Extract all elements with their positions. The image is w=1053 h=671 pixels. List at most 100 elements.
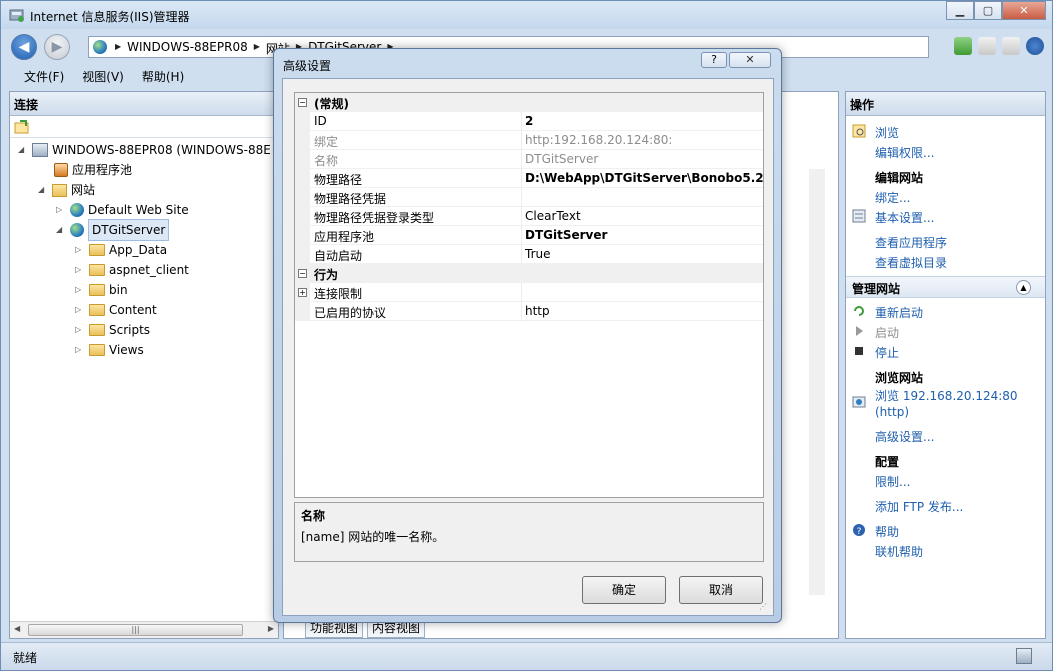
collapse-icon[interactable]: ▷ — [75, 260, 85, 280]
chevron-up-icon[interactable]: ▲ — [1016, 280, 1031, 295]
tree-folder[interactable]: ▷ bin — [75, 280, 128, 300]
expand-icon[interactable]: ◢ — [38, 180, 48, 200]
tree-label: Content — [109, 303, 157, 317]
property-row[interactable]: 物理路径凭据 — [295, 188, 763, 207]
column-divider — [521, 112, 522, 131]
maximize-button[interactable]: ▢ — [974, 1, 1002, 20]
vertical-scrollbar[interactable] — [809, 169, 825, 595]
collapse-icon[interactable]: ▷ — [75, 340, 85, 360]
action-view-applications[interactable]: 查看应用程序 — [875, 234, 947, 251]
help-icon: ? — [853, 524, 865, 537]
scroll-left-icon[interactable]: ◀ — [14, 624, 20, 633]
action-browse-link[interactable]: 浏览 192.168.20.124:80 — [875, 387, 1018, 404]
tree-folder[interactable]: ▷ aspnet_client — [75, 260, 189, 280]
property-row[interactable]: 绑定 http:192.168.20.124:80: — [295, 131, 763, 150]
property-value[interactable]: 2 — [525, 114, 533, 128]
collapse-icon[interactable]: ▷ — [75, 320, 85, 340]
connections-header: 连接 — [10, 92, 278, 116]
tree-folder[interactable]: ▷ Content — [75, 300, 157, 320]
chevron-right-icon: ▶ — [115, 42, 122, 51]
property-row[interactable]: 物理路径 D:\WebApp\DTGitServer\Bonobo5.2 — [295, 169, 764, 188]
expand-icon[interactable]: ◢ — [56, 220, 66, 240]
dialog-help-button[interactable]: ? — [701, 52, 727, 68]
property-row[interactable]: 物理路径凭据登录类型 ClearText — [295, 207, 763, 226]
resize-grip-icon[interactable]: ⋰ — [759, 602, 767, 611]
home-icon[interactable] — [1002, 37, 1020, 55]
breadcrumb-server[interactable]: WINDOWS-88EPR08 — [127, 40, 248, 57]
tree-node-server[interactable]: ◢ WINDOWS-88EPR08 (WINDOWS-88E — [18, 140, 271, 160]
connections-toolbar — [10, 116, 278, 138]
action-edit-permissions[interactable]: 编辑权限... — [875, 144, 934, 161]
collapse-icon[interactable]: ▷ — [75, 280, 85, 300]
help-icon[interactable] — [1026, 37, 1044, 55]
property-row[interactable]: 应用程序池 DTGitServer — [295, 226, 763, 245]
action-help[interactable]: 帮助 — [875, 523, 899, 540]
scroll-thumb[interactable]: ||| — [28, 624, 243, 636]
action-limits[interactable]: 限制... — [875, 473, 910, 490]
collapse-icon[interactable]: ▷ — [56, 200, 66, 220]
tree-node-sites[interactable]: ◢ 网站 — [38, 180, 95, 200]
tree-node-dtgitserver[interactable]: ◢ DTGitServer — [56, 219, 170, 241]
collapse-icon[interactable]: − — [298, 269, 307, 278]
category-behavior[interactable]: − 行为 — [295, 264, 763, 283]
dialog-close-button[interactable]: ✕ — [729, 52, 771, 68]
expand-icon[interactable]: + — [298, 288, 307, 297]
property-row[interactable]: 名称 DTGitServer — [295, 150, 763, 169]
stop-icon[interactable] — [978, 37, 996, 55]
menu-help[interactable]: 帮助(H) — [133, 65, 193, 87]
tree-folder[interactable]: ▷ Views — [75, 340, 144, 360]
action-browse-link-protocol[interactable]: (http) — [875, 405, 909, 419]
forward-button[interactable]: ▶ — [44, 34, 70, 60]
scroll-right-icon[interactable]: ▶ — [268, 624, 274, 633]
property-value[interactable]: http — [525, 304, 550, 318]
property-value[interactable]: ClearText — [525, 209, 581, 223]
category-general[interactable]: − (常规) — [295, 93, 763, 112]
collapse-icon[interactable]: − — [298, 98, 307, 107]
property-value[interactable]: D:\WebApp\DTGitServer\Bonobo5.2 — [525, 171, 764, 185]
tree-node-default-site[interactable]: ▷ Default Web Site — [56, 200, 189, 220]
action-bindings[interactable]: 绑定... — [875, 189, 910, 206]
action-start[interactable]: 启动 — [875, 324, 899, 341]
back-button[interactable]: ◀ — [11, 34, 37, 60]
folder-icon — [89, 244, 105, 256]
cancel-button[interactable]: 取消 — [679, 576, 763, 604]
action-restart[interactable]: 重新启动 — [875, 304, 923, 321]
property-value[interactable]: True — [525, 247, 551, 261]
action-add-ftp[interactable]: 添加 FTP 发布... — [875, 498, 963, 515]
property-row[interactable]: 自动启动 True — [295, 245, 763, 264]
minimize-button[interactable]: ▁ — [946, 1, 974, 20]
connect-icon[interactable] — [14, 119, 30, 135]
section-manage-site[interactable]: 管理网站 ▲ — [846, 276, 1045, 298]
property-row[interactable]: + 连接限制 — [295, 283, 763, 302]
tree-folder[interactable]: ▷ Scripts — [75, 320, 150, 340]
network-icon — [1016, 648, 1032, 664]
tree-node-app-pools[interactable]: 应用程序池 — [40, 160, 132, 180]
tree-label: Scripts — [109, 323, 151, 337]
tree-label: DTGitServer — [88, 219, 170, 241]
property-value[interactable]: DTGitServer — [525, 152, 598, 166]
property-row[interactable]: 已启用的协议 http — [295, 302, 763, 321]
refresh-icon[interactable] — [954, 37, 972, 55]
action-browse[interactable]: 浏览 — [875, 124, 899, 141]
action-advanced-settings[interactable]: 高级设置... — [875, 428, 934, 445]
horizontal-scrollbar[interactable]: ◀ ||| ▶ — [10, 621, 278, 638]
folder-icon — [89, 304, 105, 316]
menu-view[interactable]: 视图(V) — [73, 65, 133, 87]
row-gutter — [295, 112, 310, 131]
action-view-virtual-dirs[interactable]: 查看虚拟目录 — [875, 254, 947, 271]
property-value[interactable]: http:192.168.20.124:80: — [525, 133, 672, 147]
property-row[interactable]: ID 2 — [295, 112, 763, 131]
expand-icon[interactable]: ◢ — [18, 140, 28, 160]
status-text: 就绪 — [13, 651, 38, 665]
action-stop[interactable]: 停止 — [875, 344, 899, 361]
ok-button[interactable]: 确定 — [582, 576, 666, 604]
property-value[interactable]: DTGitServer — [525, 228, 607, 242]
collapse-icon[interactable]: ▷ — [75, 240, 85, 260]
collapse-icon[interactable]: ▷ — [75, 300, 85, 320]
menu-file[interactable]: 文件(F) — [15, 65, 73, 87]
action-online-help[interactable]: 联机帮助 — [875, 543, 923, 560]
close-window-button[interactable]: ✕ — [1002, 1, 1046, 20]
action-basic-settings[interactable]: 基本设置... — [875, 209, 934, 226]
tree-folder[interactable]: ▷ App_Data — [75, 240, 167, 260]
globe-icon — [70, 203, 84, 217]
